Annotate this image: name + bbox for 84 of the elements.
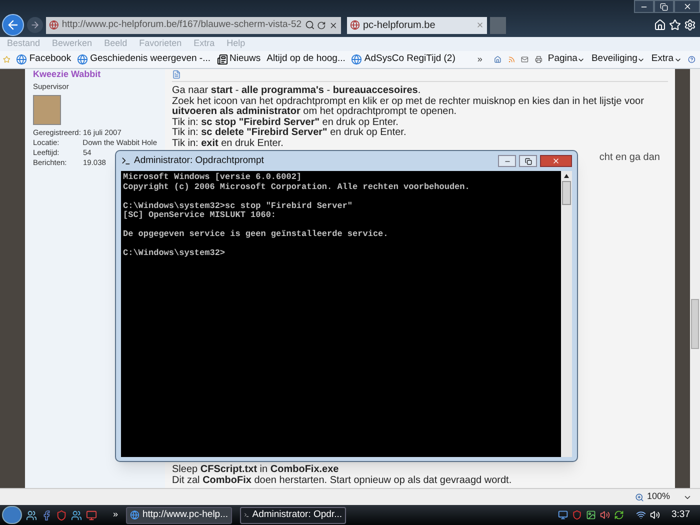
speaker-icon[interactable] <box>600 510 610 520</box>
post-text: Sleep CFScript.txt in ComboFix.exe <box>172 465 340 476</box>
refresh-icon[interactable] <box>614 510 624 520</box>
console-line: [SC] OpenService MISLUKT 1060: <box>123 211 278 220</box>
overflow-chevron[interactable]: » <box>113 508 118 522</box>
back-button[interactable] <box>2 14 24 36</box>
settings-icon[interactable] <box>684 19 696 31</box>
close-icon <box>552 157 560 165</box>
browser-tab[interactable]: pc-helpforum.be <box>347 16 487 34</box>
restore-button[interactable] <box>654 0 674 13</box>
monitor-icon[interactable] <box>86 510 97 520</box>
scrollbar[interactable] <box>690 69 700 488</box>
window-title: Administrator: Opdrachtprompt <box>134 154 265 168</box>
globe-icon <box>130 509 140 521</box>
console-icon <box>121 156 131 166</box>
globe-icon <box>16 54 28 65</box>
favorites-icon[interactable] <box>669 19 681 31</box>
printer-icon[interactable] <box>534 54 542 65</box>
post-text: Tik in: sc stop "Firebird Server" en druk op Enter. <box>172 118 400 128</box>
scrollbar[interactable] <box>561 171 572 457</box>
post-text: Tik in: sc delete "Firebird Server" en druk op Enter. <box>172 128 408 138</box>
newspaper-icon <box>216 54 228 65</box>
post-text: cht en ga dan <box>599 153 660 164</box>
zoom-level[interactable]: 100% <box>646 490 670 504</box>
star-icon[interactable] <box>3 54 10 65</box>
search-icon[interactable] <box>304 20 314 30</box>
address-field[interactable]: http://www.pc-helpforum.be/f167/blauwe-scherm-vista-52 <box>46 16 341 34</box>
command-menu[interactable]: Pagina <box>548 52 586 67</box>
console-line: De opgegeven service is geen geïnstalleerde service. <box>123 230 390 240</box>
facebook-icon[interactable] <box>41 510 52 520</box>
maximize-button[interactable] <box>519 155 537 167</box>
console-line: C:\Windows\system32>sc stop "Firebird Server" <box>123 202 354 210</box>
globe-icon <box>351 54 362 65</box>
console-line: C:\Windows\system32> <box>123 249 226 258</box>
mail-icon[interactable] <box>521 54 528 65</box>
scrollbar-thumb[interactable] <box>691 299 699 349</box>
close-button[interactable] <box>674 0 700 13</box>
clock[interactable]: 3:37 <box>672 508 690 522</box>
shield-icon[interactable] <box>56 510 67 520</box>
scrollbar-thumb[interactable] <box>562 181 571 205</box>
post-text: Dit zal ComboFix doen herstarten. Start opnieuw op als dat gevraagd wordt. <box>172 476 513 486</box>
up-arrow-icon[interactable] <box>564 174 569 178</box>
restore-icon <box>660 2 668 10</box>
username[interactable]: Kweezie Wabbit <box>33 69 101 79</box>
console-line: Microsoft Windows [versie 6.0.6002] <box>123 173 303 182</box>
monitor-icon[interactable] <box>558 510 568 520</box>
favorite-link[interactable]: Facebook <box>16 52 72 67</box>
volume-icon[interactable] <box>650 510 660 520</box>
page-icon <box>350 20 360 30</box>
close-button[interactable] <box>540 155 572 167</box>
network-icon[interactable] <box>636 510 646 520</box>
home-icon[interactable] <box>654 19 666 31</box>
forward-arrow-icon <box>30 20 40 30</box>
refresh-icon[interactable] <box>317 20 326 30</box>
taskbar-button[interactable]: http://www.pc-help... <box>126 506 232 524</box>
overflow-chevron[interactable]: » <box>477 52 482 66</box>
help-icon[interactable] <box>688 54 695 65</box>
favorite-link[interactable]: Altijd op de hoog... <box>266 52 346 67</box>
post-text: Zoek het icoon van het opdrachtprompt en klik er op met de rechter muisknop en kies dan in het lijstje voor uitvoeren als administrator om het opdrachtprompt te openen. <box>172 96 645 118</box>
forward-button[interactable] <box>27 17 43 33</box>
close-tab-icon[interactable] <box>476 21 484 29</box>
page-icon <box>49 20 59 30</box>
avatar-placeholder <box>33 95 61 126</box>
post-icon <box>172 70 181 79</box>
people-icon[interactable] <box>26 510 37 520</box>
command-menu[interactable]: Beveiliging <box>591 52 646 67</box>
post-text: Tik in: exit en druk Enter. <box>172 138 284 149</box>
image-icon[interactable] <box>586 510 596 520</box>
zoom-icon <box>634 492 644 502</box>
post-text: Ga naar start - alle programma's - bureauaccesoires. <box>172 86 422 96</box>
people-icon[interactable] <box>71 510 82 520</box>
command-menu[interactable]: Extra <box>651 52 682 67</box>
console-line: Copyright (c) 2006 Microsoft Corporation. Alle rechten voorbehouden. <box>123 182 471 192</box>
favorite-link[interactable]: AdSysCo RegiTijd (2) <box>351 52 456 67</box>
favorite-link[interactable]: Nieuws <box>216 52 261 67</box>
favorite-link[interactable]: Geschiedenis weergeven -... <box>77 52 211 67</box>
globe-icon <box>77 54 88 65</box>
shield-icon[interactable] <box>572 510 582 520</box>
close-icon <box>682 2 692 11</box>
stop-icon[interactable] <box>329 20 338 30</box>
taskbar-button[interactable]: Administrator: Opdr... <box>240 506 346 524</box>
maximize-icon <box>524 158 532 164</box>
start-button[interactable] <box>2 506 22 524</box>
address-text: http://www.pc-helpforum.be/f167/blauwe-scherm-vista-52 <box>62 18 302 32</box>
